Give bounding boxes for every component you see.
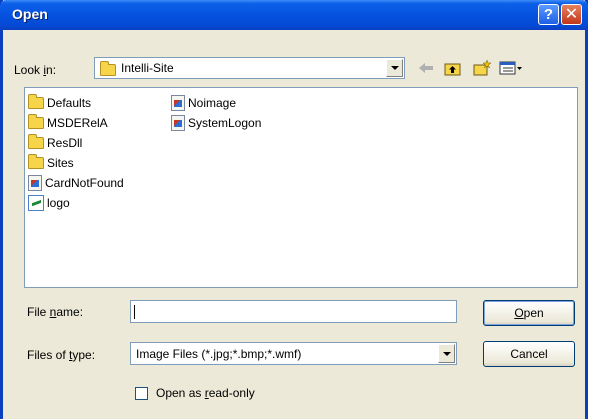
folder-icon: [28, 154, 44, 169]
file-type-label: Files of type:: [27, 348, 96, 362]
read-only-checkbox[interactable]: [135, 387, 148, 400]
title-bar[interactable]: Open ? ✕: [0, 0, 588, 30]
help-button[interactable]: ?: [538, 4, 559, 25]
chevron-down-icon[interactable]: [386, 59, 403, 77]
image-file-icon: [171, 115, 185, 131]
views-menu-icon[interactable]: [499, 60, 523, 76]
list-item[interactable]: Noimage: [171, 93, 236, 113]
look-in-label: Look in:: [14, 63, 57, 77]
dialog-title: Open: [12, 6, 48, 22]
new-folder-icon[interactable]: [473, 60, 491, 76]
open-button[interactable]: Open: [483, 300, 575, 326]
list-item[interactable]: Sites: [28, 153, 74, 173]
list-item[interactable]: ResDll: [28, 133, 82, 153]
list-item[interactable]: CardNotFound: [28, 173, 124, 193]
image-file-icon: [171, 95, 185, 111]
close-button[interactable]: ✕: [561, 4, 582, 25]
list-item[interactable]: MSDERelA: [28, 113, 108, 133]
image-file-icon: [28, 175, 42, 191]
look-in-value: Intelli-Site: [121, 61, 174, 75]
text-caret: [134, 305, 135, 319]
file-name-label: File name:: [27, 305, 84, 319]
cancel-button[interactable]: Cancel: [483, 341, 575, 367]
read-only-label[interactable]: Open as read-only: [156, 386, 255, 400]
chevron-down-icon[interactable]: [438, 344, 455, 363]
file-type-value: Image Files (*.jpg;*.bmp;*.wmf): [136, 347, 302, 361]
file-type-dropdown[interactable]: Image Files (*.jpg;*.bmp;*.wmf): [130, 342, 457, 365]
folder-icon: [28, 134, 44, 149]
open-dialog: Open ? ✕ Look in: Intelli-Site Defaults: [0, 0, 588, 419]
folder-icon: [28, 114, 44, 129]
back-arrow-icon[interactable]: [417, 60, 435, 76]
folder-icon: [28, 94, 44, 109]
up-folder-icon[interactable]: [444, 60, 462, 76]
file-list[interactable]: Defaults MSDERelA ResDll Sites CardNotFo…: [24, 87, 578, 288]
list-item[interactable]: Defaults: [28, 93, 91, 113]
folder-icon: [100, 60, 116, 76]
logo-file-icon: [28, 195, 44, 211]
list-item[interactable]: logo: [28, 193, 70, 213]
look-in-dropdown[interactable]: Intelli-Site: [94, 57, 405, 79]
file-name-input[interactable]: [130, 300, 457, 323]
list-item[interactable]: SystemLogon: [171, 113, 261, 133]
